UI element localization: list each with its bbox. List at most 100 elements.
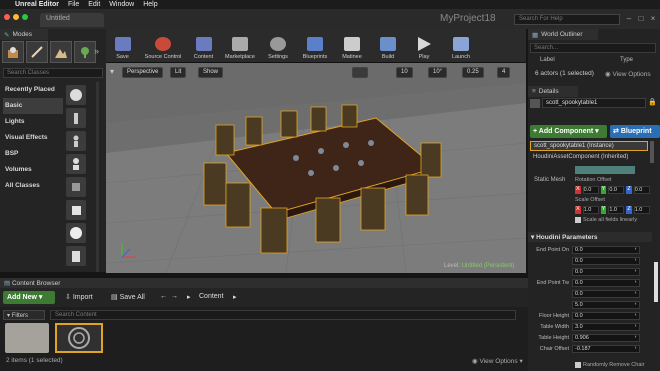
player-start-icon[interactable]: [66, 177, 86, 197]
rot-y-field[interactable]: 0.0: [608, 186, 625, 194]
minimize-window-button[interactable]: [13, 14, 19, 20]
param-field[interactable]: 0.0: [572, 245, 640, 254]
random-remove-row[interactable]: Randomly Remove Chair: [575, 362, 644, 368]
tab-level-untitled[interactable]: Untitled: [40, 13, 104, 27]
category-bsp[interactable]: BSP: [3, 146, 63, 162]
marketplace-button[interactable]: Marketplace: [220, 29, 260, 63]
landscape-mode-icon[interactable]: [50, 41, 72, 63]
search-help-input[interactable]: Search For Help: [514, 14, 620, 25]
cylinder-icon[interactable]: [66, 246, 86, 266]
close-window-button[interactable]: [4, 14, 10, 20]
minimize-icon[interactable]: –: [624, 14, 634, 24]
lit-button[interactable]: Lit: [170, 67, 187, 78]
houdini-asset-tile[interactable]: [55, 323, 103, 353]
rot-z-field[interactable]: 0.0: [633, 186, 650, 194]
outliner-view-options[interactable]: ◉ View Options: [605, 70, 651, 78]
scale-x-field[interactable]: 1.0: [582, 206, 599, 214]
menu-file[interactable]: File: [68, 1, 79, 8]
source-control-button[interactable]: Source Control: [139, 29, 187, 63]
lock-icon[interactable]: 🔒: [648, 98, 657, 106]
place-mode-icon[interactable]: [2, 41, 24, 63]
rot-x-field[interactable]: 0.0: [582, 186, 599, 194]
param-field[interactable]: -0.187: [572, 344, 640, 353]
level-viewport[interactable]: [106, 63, 526, 273]
modes-scrollbar[interactable]: [96, 82, 99, 272]
tab-world-outliner[interactable]: ▦ World Outliner: [528, 29, 598, 40]
param-field[interactable]: 0.0: [572, 256, 640, 265]
outliner-col-label[interactable]: Label: [540, 57, 555, 63]
category-all-classes[interactable]: All Classes: [3, 178, 63, 194]
camera-speed-value[interactable]: 4: [497, 67, 511, 78]
forward-arrow-icon[interactable]: →: [168, 291, 181, 304]
save-button[interactable]: Save: [106, 29, 139, 63]
search-content-input[interactable]: Search Content: [50, 310, 516, 320]
rotation-snap-value[interactable]: 10°: [428, 67, 448, 78]
pawn-figure-icon[interactable]: [66, 154, 86, 174]
checkbox-checked-icon[interactable]: [575, 362, 581, 368]
add-component-button[interactable]: + Add Component ▾: [530, 125, 607, 138]
foliage-mode-icon[interactable]: [74, 41, 96, 63]
sphere-shape-icon[interactable]: [66, 223, 86, 243]
category-basic[interactable]: Basic: [3, 98, 63, 114]
actor-name-field[interactable]: scott_spookytable1: [542, 98, 646, 108]
scale-z-field[interactable]: 1.0: [633, 206, 650, 214]
outliner-search-input[interactable]: Search...: [530, 43, 656, 53]
param-field[interactable]: 3.0: [572, 322, 640, 331]
select-mode-icon[interactable]: [352, 67, 368, 78]
blueprint-button[interactable]: ⇄ Blueprint: [610, 125, 660, 138]
launch-button[interactable]: Launch: [442, 29, 480, 63]
save-all-button[interactable]: ▤ Save All: [108, 291, 148, 304]
settings-button[interactable]: Settings: [260, 29, 296, 63]
cube-icon[interactable]: [66, 200, 86, 220]
folder-path-icon[interactable]: ▸: [184, 291, 194, 304]
category-lights[interactable]: Lights: [3, 114, 63, 130]
breadcrumb-chevron-icon[interactable]: ▸: [230, 291, 240, 304]
zoom-window-button[interactable]: [22, 14, 28, 20]
category-visual-effects[interactable]: Visual Effects: [3, 130, 63, 146]
param-field[interactable]: 0.0: [572, 267, 640, 276]
matinee-button[interactable]: Matinee: [334, 29, 370, 63]
more-modes-icon[interactable]: »: [94, 46, 99, 56]
category-recently-placed[interactable]: Recently Placed: [3, 82, 63, 98]
param-field[interactable]: 0.906: [572, 333, 640, 342]
houdini-component-row[interactable]: HoudiniAssetComponent (Inherited): [530, 153, 648, 163]
outliner-col-type[interactable]: Type: [620, 57, 633, 63]
static-mesh-thumbnail[interactable]: [575, 166, 635, 174]
app-name[interactable]: Unreal Editor: [15, 1, 59, 8]
pawn-icon[interactable]: [66, 108, 86, 128]
menu-window[interactable]: Window: [109, 1, 134, 8]
details-scrollbar[interactable]: [654, 262, 658, 302]
close-icon[interactable]: ×: [648, 14, 658, 24]
param-field[interactable]: 0.0: [572, 278, 640, 287]
param-field[interactable]: 0.0: [572, 289, 640, 298]
tab-details[interactable]: ≡ Details: [528, 86, 578, 97]
breadcrumb-content[interactable]: Content: [196, 291, 227, 304]
viewport-options-icon[interactable]: ▾: [110, 67, 114, 76]
content-button[interactable]: Content: [187, 29, 220, 63]
components-scrollbar[interactable]: [650, 141, 654, 163]
checkbox-checked-icon[interactable]: [575, 217, 581, 223]
search-classes-input[interactable]: Search Classes: [3, 68, 103, 78]
play-button[interactable]: Play: [406, 29, 442, 63]
menu-help[interactable]: Help: [143, 1, 157, 8]
scale-snap-value[interactable]: 0.25: [462, 67, 484, 78]
add-new-button[interactable]: Add New ▾: [3, 291, 55, 304]
perspective-button[interactable]: Perspective: [122, 67, 164, 78]
folder-asset-tile[interactable]: [5, 323, 49, 353]
tab-content-browser[interactable]: ▤ Content Browser: [0, 278, 528, 288]
import-button[interactable]: ⇩ Import: [62, 291, 96, 304]
tab-modes[interactable]: ✎ Modes: [0, 29, 48, 40]
scale-linear-row[interactable]: Scale all fields linearly: [575, 217, 637, 223]
param-field[interactable]: 5.0: [572, 300, 640, 309]
filters-button[interactable]: ▾ Filters: [3, 310, 45, 320]
category-volumes[interactable]: Volumes: [3, 162, 63, 178]
param-field[interactable]: 0.0: [572, 311, 640, 320]
character-icon[interactable]: [66, 131, 86, 151]
blueprints-button[interactable]: Blueprints: [296, 29, 334, 63]
content-view-options-button[interactable]: ◉ View Options ▾: [472, 357, 523, 365]
grid-snap-value[interactable]: 10: [396, 67, 413, 78]
menu-edit[interactable]: Edit: [88, 1, 100, 8]
instance-row[interactable]: scott_spookytable1 (Instance): [530, 141, 648, 151]
show-button[interactable]: Show: [198, 67, 224, 78]
paint-mode-icon[interactable]: [26, 41, 48, 63]
